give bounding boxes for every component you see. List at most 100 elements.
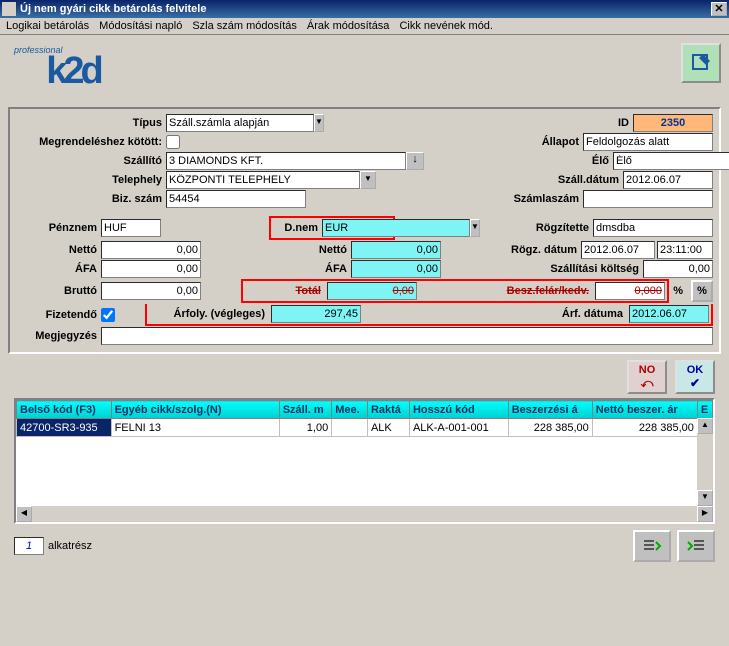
items-table[interactable]: Belső kód (F3) Egyéb cikk/szolg.(N) Szál… bbox=[14, 398, 715, 524]
rogzdatum-field bbox=[581, 241, 655, 259]
label-penznem: Pénznem bbox=[16, 222, 101, 234]
szamlaszam-field[interactable] bbox=[583, 190, 713, 208]
bizszam-field[interactable] bbox=[166, 190, 306, 208]
brutto-left[interactable] bbox=[101, 282, 201, 300]
label-elo: Élő bbox=[563, 155, 613, 167]
edit-button[interactable] bbox=[681, 43, 721, 83]
label-dnem: D.nem bbox=[272, 222, 322, 234]
menu-bar: Logikai betárolás Módosítási napló Szla … bbox=[0, 18, 729, 35]
megjegyzes-field[interactable] bbox=[101, 327, 713, 345]
label-netto-c: Nettó bbox=[261, 244, 351, 256]
label-szalldatum: Száll.dátum bbox=[533, 174, 623, 186]
label-total: Totál bbox=[245, 285, 325, 297]
label-bizszam: Biz. szám bbox=[16, 193, 166, 205]
label-megrend: Megrendeléshez kötött: bbox=[16, 136, 166, 148]
col-mee[interactable]: Mee. bbox=[332, 401, 368, 419]
label-allapot: Állapot bbox=[523, 136, 583, 148]
cell-mee[interactable] bbox=[332, 419, 368, 437]
scroll-up-icon[interactable]: ▲ bbox=[697, 418, 713, 434]
ok-button[interactable]: OK ✔ bbox=[675, 360, 715, 394]
afa-center[interactable] bbox=[351, 260, 441, 278]
arfoly-highlight: Totál Besz.felár/kedv. bbox=[241, 279, 669, 303]
scrollbar-horizontal[interactable]: ◀ ▶ bbox=[16, 506, 713, 522]
arfoly-highlight2: Árfoly. (végleges) Árf. dátuma bbox=[145, 304, 713, 326]
label-megjegyzes: Megjegyzés bbox=[16, 330, 101, 342]
cell-nettobesz[interactable]: 228 385,00 bbox=[592, 419, 697, 437]
szalldatum-field[interactable] bbox=[623, 171, 713, 189]
telephely-select[interactable]: ▼ bbox=[166, 171, 376, 189]
cell-hosszukod[interactable]: ALK-A-001-001 bbox=[409, 419, 508, 437]
label-pct: % bbox=[669, 285, 687, 297]
form-panel: Típus ▼ ID Megrendeléshez kötött: Állapo… bbox=[8, 107, 721, 354]
label-arfoly: Árfoly. (végleges) bbox=[149, 308, 269, 320]
szallito-lookup-button[interactable]: ↓ bbox=[406, 152, 424, 170]
rogzitette-field bbox=[593, 219, 713, 237]
tipus-select[interactable]: ▼ bbox=[166, 114, 316, 132]
chevron-down-icon[interactable]: ▼ bbox=[314, 114, 324, 132]
penznem-field[interactable] bbox=[101, 219, 161, 237]
rogztime-field bbox=[657, 241, 713, 259]
pct-button[interactable]: % bbox=[691, 280, 713, 302]
menu-szla[interactable]: Szla szám módosítás bbox=[192, 20, 297, 32]
label-netto: Nettó bbox=[16, 244, 101, 256]
menu-cikk[interactable]: Cikk nevének mód. bbox=[399, 20, 493, 32]
arfdatuma-field[interactable] bbox=[629, 305, 709, 323]
scroll-down-icon[interactable]: ▼ bbox=[697, 490, 713, 506]
col-nettobesz[interactable]: Nettó beszer. ár bbox=[592, 401, 697, 419]
netto-left[interactable] bbox=[101, 241, 201, 259]
cell-egyeb[interactable]: FELNI 13 bbox=[111, 419, 279, 437]
next-list-button[interactable] bbox=[677, 530, 715, 562]
beszfelar-field[interactable] bbox=[595, 282, 665, 300]
col-belsokod[interactable]: Belső kód (F3) bbox=[17, 401, 112, 419]
arfoly-field[interactable] bbox=[271, 305, 361, 323]
total-center[interactable] bbox=[327, 282, 417, 300]
szallito-field[interactable] bbox=[166, 152, 406, 170]
chevron-down-icon[interactable]: ▼ bbox=[470, 219, 480, 237]
allapot-field bbox=[583, 133, 713, 151]
chevron-down-icon[interactable]: ▼ bbox=[360, 171, 376, 189]
col-raktar[interactable]: Raktá bbox=[367, 401, 409, 419]
col-szallm[interactable]: Száll. m bbox=[279, 401, 332, 419]
afa-left[interactable] bbox=[101, 260, 201, 278]
label-fizetendo: Fizetendő bbox=[16, 309, 101, 321]
title-bar: Új nem gyári cikk betárolás felvitele ✕ bbox=[0, 0, 729, 18]
elo-select[interactable]: ▼ bbox=[613, 152, 713, 170]
scroll-right-icon[interactable]: ▶ bbox=[697, 506, 713, 522]
window-title: Új nem gyári cikk betárolás felvitele bbox=[20, 3, 711, 15]
label-tipus: Típus bbox=[16, 117, 166, 129]
close-button[interactable]: ✕ bbox=[711, 2, 727, 16]
fizetendo-checkbox[interactable] bbox=[101, 308, 115, 322]
no-button[interactable]: NO ⤺ bbox=[627, 360, 667, 394]
menu-modositasi[interactable]: Módosítási napló bbox=[99, 20, 182, 32]
col-e[interactable]: E bbox=[697, 401, 712, 419]
footer-label: alkatrész bbox=[48, 540, 92, 552]
cell-raktar[interactable]: ALK bbox=[367, 419, 409, 437]
label-beszfelar: Besz.felár/kedv. bbox=[473, 285, 593, 297]
netto-center[interactable] bbox=[351, 241, 441, 259]
prev-list-button[interactable] bbox=[633, 530, 671, 562]
app-icon bbox=[2, 2, 16, 16]
label-rogzdatum: Rögz. dátum bbox=[481, 244, 581, 256]
page-number[interactable] bbox=[14, 537, 44, 555]
col-hosszukod[interactable]: Hosszú kód bbox=[409, 401, 508, 419]
scroll-left-icon[interactable]: ◀ bbox=[16, 506, 32, 522]
menu-logikai[interactable]: Logikai betárolás bbox=[6, 20, 89, 32]
dnem-select[interactable]: ▼ bbox=[322, 219, 392, 237]
label-szallkoltseg: Szállítási költség bbox=[523, 263, 643, 275]
cell-belsokod[interactable]: 42700-SR3-935 bbox=[17, 419, 112, 437]
cell-beszar[interactable]: 228 385,00 bbox=[508, 419, 592, 437]
col-egyeb[interactable]: Egyéb cikk/szolg.(N) bbox=[111, 401, 279, 419]
table-row[interactable]: 42700-SR3-935 FELNI 13 1,00 ALK ALK-A-00… bbox=[17, 419, 713, 437]
logo: professional k2d bbox=[8, 43, 138, 99]
col-beszar[interactable]: Beszerzési á bbox=[508, 401, 592, 419]
label-arfdatuma: Árf. dátuma bbox=[537, 308, 627, 320]
cell-szallm[interactable]: 1,00 bbox=[279, 419, 332, 437]
megrend-checkbox[interactable] bbox=[166, 135, 180, 149]
label-szamlaszam: Számlaszám bbox=[493, 193, 583, 205]
label-szallito: Szállító bbox=[16, 155, 166, 167]
scrollbar-vertical[interactable]: ▲ ▼ bbox=[697, 418, 713, 506]
dnem-highlight: D.nem ▼ bbox=[269, 216, 395, 240]
label-id: ID bbox=[583, 117, 633, 129]
szallkoltseg-field[interactable] bbox=[643, 260, 713, 278]
menu-arak[interactable]: Árak módosítása bbox=[307, 20, 390, 32]
